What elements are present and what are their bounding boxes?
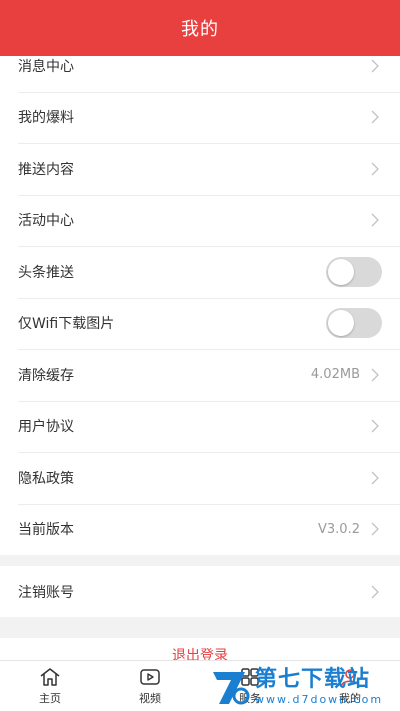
chevron-right-icon bbox=[368, 213, 382, 227]
settings-item-current-version[interactable]: 当前版本 V3.0.2 bbox=[0, 503, 400, 555]
toggle-knob bbox=[328, 310, 354, 337]
settings-item-push-content[interactable]: 推送内容 bbox=[0, 143, 400, 195]
settings-list: 消息中心 我的爆料 推送内容 活动中心 头条推送 仅Wifi下载图片 清除缓存 … bbox=[0, 40, 400, 555]
settings-item-label: 推送内容 bbox=[18, 161, 74, 178]
tab-label: 视频 bbox=[139, 692, 161, 705]
chevron-right-icon bbox=[368, 471, 382, 485]
settings-item-headline-push: 头条推送 bbox=[0, 246, 400, 298]
settings-item-label: 我的爆料 bbox=[18, 110, 74, 127]
watermark-logo-icon bbox=[209, 666, 251, 708]
watermark-text: 第七下载站 www.d7down.com bbox=[255, 667, 383, 707]
app-screen: 我的 消息中心 我的爆料 推送内容 活动中心 头条推送 仅Wifi下载图片 清除… bbox=[0, 0, 400, 711]
settings-item-privacy-policy[interactable]: 隐私政策 bbox=[0, 452, 400, 504]
settings-item-label: 当前版本 bbox=[18, 522, 74, 539]
settings-item-wifi-only-images: 仅Wifi下载图片 bbox=[0, 297, 400, 349]
watermark-url: www.d7down.com bbox=[255, 692, 384, 706]
page-title: 我的 bbox=[181, 19, 219, 40]
cache-size-value: 4.02MB bbox=[310, 367, 360, 383]
settings-item-label: 仅Wifi下载图片 bbox=[18, 316, 115, 333]
chevron-right-icon bbox=[368, 368, 382, 382]
chevron-right-icon bbox=[368, 59, 382, 73]
wifi-only-images-toggle[interactable] bbox=[326, 308, 382, 339]
settings-item-label: 消息中心 bbox=[18, 58, 74, 75]
watermark-title: 第七下载站 bbox=[255, 666, 371, 692]
video-icon bbox=[139, 667, 161, 687]
cancel-account-label: 注销账号 bbox=[18, 584, 74, 601]
settings-item-label: 隐私政策 bbox=[18, 470, 74, 487]
settings-item-activity-center[interactable]: 活动中心 bbox=[0, 194, 400, 246]
tab-video[interactable]: 视频 bbox=[100, 661, 200, 711]
chevron-right-icon bbox=[368, 585, 382, 599]
toggle-knob bbox=[328, 258, 354, 285]
settings-item-label: 活动中心 bbox=[18, 213, 74, 230]
headline-push-toggle[interactable] bbox=[326, 256, 382, 287]
settings-item-clear-cache[interactable]: 清除缓存 4.02MB bbox=[0, 349, 400, 401]
chevron-right-icon bbox=[368, 419, 382, 433]
tab-label: 主页 bbox=[39, 692, 61, 705]
chevron-right-icon bbox=[368, 110, 382, 124]
settings-item-label: 清除缓存 bbox=[18, 367, 74, 384]
cancel-account-item[interactable]: 注销账号 bbox=[0, 566, 400, 617]
chevron-right-icon bbox=[368, 522, 382, 536]
tab-home[interactable]: 主页 bbox=[0, 661, 100, 711]
version-value: V3.0.2 bbox=[318, 521, 360, 537]
page-header: 我的 bbox=[0, 0, 400, 56]
settings-item-label: 头条推送 bbox=[18, 264, 74, 281]
settings-item-user-agreement[interactable]: 用户协议 bbox=[0, 400, 400, 452]
chevron-right-icon bbox=[368, 162, 382, 176]
home-icon bbox=[39, 667, 61, 687]
site-watermark: 第七下载站 www.d7down.com bbox=[205, 662, 400, 711]
settings-item-my-tips[interactable]: 我的爆料 bbox=[0, 91, 400, 143]
settings-item-label: 用户协议 bbox=[18, 419, 74, 436]
